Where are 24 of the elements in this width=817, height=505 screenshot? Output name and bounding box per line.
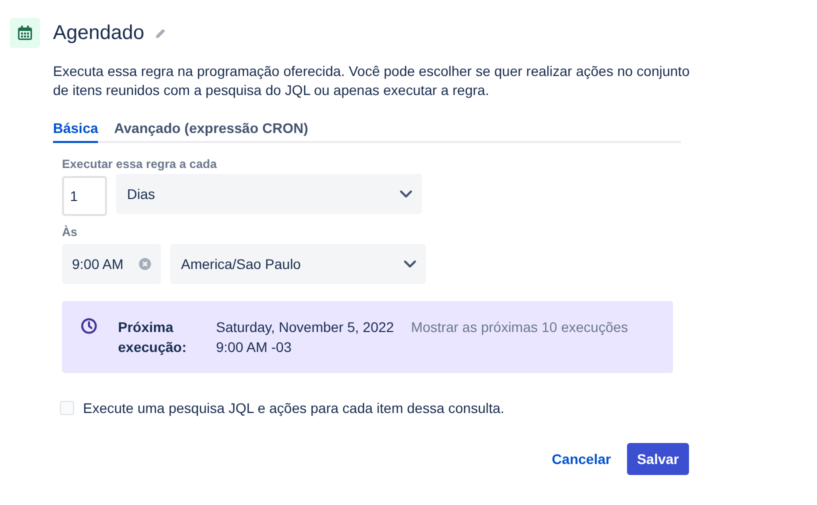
edit-icon[interactable] [154,26,168,40]
save-button[interactable]: Salvar [626,443,689,475]
timezone-dropdown[interactable]: America/Sao Paulo [170,244,426,284]
page-title: Agendado [53,22,144,44]
clear-icon[interactable] [139,258,151,270]
next-run-date: Saturday, November 5, 2022 [216,318,394,337]
calendar-icon [10,18,40,48]
field-label: Executar essa regra a cada [62,157,218,171]
cancel-button[interactable]: Cancelar [542,443,621,475]
show-more-link[interactable]: Mostrar as próximas 10 execuções [410,317,628,337]
info-label: Próxima execução: [118,318,188,357]
unit-dropdown[interactable]: Dias [116,174,422,214]
tab[interactable]: Avançado (expressão CRON) [114,114,308,143]
field-label: Às [62,225,78,239]
time-field[interactable]: 9:00 AM [62,244,161,284]
next-run-time: 9:00 AM -03 [216,338,292,357]
description-text: Executa essa regra na programação oferecida. Você pode escolher se quer realizar ações no conjunto de itens reunidos com a pesquisa do JQL ou apenas executar a regra. [53,62,691,100]
chevron-icon [404,260,416,268]
tab[interactable]: Básica [53,114,98,143]
chevron-icon [400,190,412,198]
number-field[interactable]: 1 [62,176,107,216]
clock-icon [81,318,97,334]
checkbox[interactable] [60,401,74,415]
checkbox-label: Execute uma pesquisa JQL e ações para cada item dessa consulta. [83,400,504,416]
